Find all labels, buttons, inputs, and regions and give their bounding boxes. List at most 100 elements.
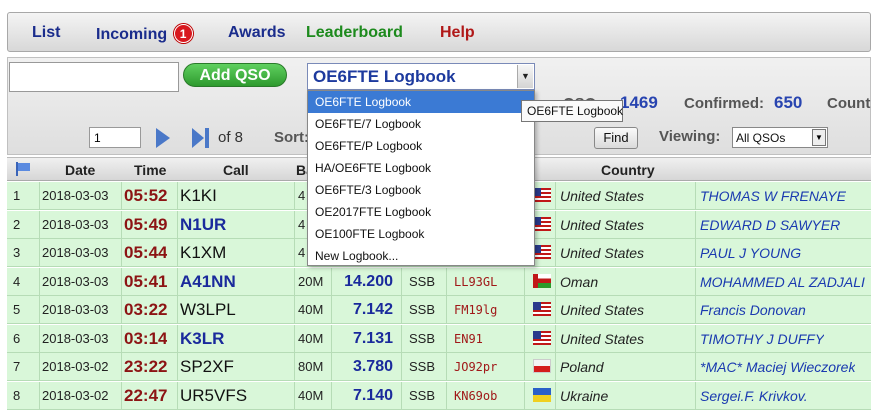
row-name[interactable]: *MAC* Maciej Wieczorek (700, 353, 855, 381)
row-country: United States (560, 330, 645, 347)
row-number: 6 (13, 330, 21, 346)
logbook-option[interactable]: OE100FTE Logbook (308, 223, 534, 245)
country-flag-icon (533, 359, 551, 373)
row-number: 7 (13, 359, 21, 374)
row-call[interactable]: N1UR (180, 211, 226, 239)
column-divider (695, 267, 696, 296)
confirmed-count: 650 (774, 93, 803, 112)
incoming-badge: 1 (173, 24, 193, 43)
country-flag-icon (533, 302, 551, 316)
row-frequency: 14.200 (344, 272, 393, 290)
row-frequency: 7.140 (352, 386, 393, 404)
column-divider (695, 324, 696, 353)
column-divider (121, 324, 122, 353)
column-divider (294, 267, 295, 296)
row-call[interactable]: W3LPL (180, 296, 236, 324)
logbook-option[interactable]: OE6FTE Logbook (308, 91, 534, 113)
table-row[interactable]: 5 2018-03-03 03:22 W3LPL 40M 7.142 SSB FM19lg Un… (7, 296, 871, 324)
row-call[interactable]: SP2XF (180, 353, 234, 381)
header-call[interactable]: Call (223, 162, 249, 178)
logbook-select[interactable]: OE6FTE Logbook ▼ (307, 63, 535, 90)
column-divider (39, 296, 40, 324)
row-country: Poland (560, 359, 604, 375)
nav-incoming[interactable]: Incoming 1 (96, 24, 193, 44)
column-divider (294, 381, 295, 410)
column-divider (555, 267, 556, 296)
row-date: 2018-03-03 (42, 273, 109, 289)
row-call[interactable]: K1KI (180, 182, 217, 210)
row-call[interactable]: K3LR (180, 325, 224, 353)
logbook-option[interactable]: OE6FTE/3 Logbook (308, 179, 534, 201)
last-page-icon[interactable] (190, 128, 210, 148)
row-date: 2018-03-03 (42, 302, 109, 317)
confirmed-label: Confirmed: (684, 95, 764, 112)
row-name[interactable]: Francis Donovan (700, 296, 806, 324)
logbook-option[interactable]: HA/OE6FTE Logbook (308, 157, 534, 179)
find-button[interactable]: Find (594, 127, 638, 149)
header-time[interactable]: Time (134, 162, 166, 178)
row-call[interactable]: UR5VFS (180, 382, 247, 410)
table-row[interactable]: 6 2018-03-03 03:14 K3LR 40M 7.131 SSB EN91 Unite… (7, 324, 871, 353)
row-time: 05:44 (124, 243, 168, 262)
nav-leaderboard[interactable]: Leaderboard (306, 24, 403, 42)
column-divider (524, 353, 525, 381)
column-divider (294, 210, 295, 239)
country-flag-icon (533, 387, 551, 402)
row-mode: SSB (409, 359, 436, 374)
logbook-option[interactable]: New Logbook... (308, 245, 534, 267)
column-divider (555, 324, 556, 353)
country-flag-icon (533, 188, 551, 202)
add-qso-button[interactable]: Add QSO (183, 63, 287, 87)
row-date: 2018-03-02 (42, 359, 109, 374)
column-divider (695, 353, 696, 381)
flag-icon[interactable] (15, 162, 33, 176)
column-divider (524, 324, 525, 353)
viewing-select[interactable]: All QSOs ▼ (732, 127, 828, 148)
logbook-option[interactable]: OE6FTE/P Logbook (308, 135, 534, 157)
row-name[interactable]: TIMOTHY J DUFFY (700, 325, 824, 353)
logbook-option[interactable]: OE6FTE/7 Logbook (308, 113, 534, 135)
column-divider (695, 210, 696, 239)
row-name[interactable]: Sergei.F. Krivkov. (700, 382, 808, 410)
column-divider (331, 353, 332, 381)
nav-awards[interactable]: Awards (228, 24, 286, 42)
row-number: 2 (13, 216, 21, 232)
column-divider (39, 210, 40, 239)
column-divider (177, 324, 178, 353)
table-row[interactable]: 8 2018-03-02 22:47 UR5VFS 40M 7.140 SSB KN69ob U… (7, 381, 871, 410)
row-time: 03:14 (124, 328, 168, 348)
row-date: 2018-03-03 (42, 188, 109, 203)
row-band: 40M (298, 330, 324, 346)
column-divider (39, 239, 40, 267)
column-divider (294, 324, 295, 353)
row-grid: LL93GL (454, 274, 498, 289)
logbook-tooltip: OE6FTE Logbook (521, 100, 623, 122)
column-divider (331, 296, 332, 324)
header-date[interactable]: Date (65, 162, 95, 178)
table-row[interactable]: 4 2018-03-03 05:41 A41NN 20M 14.200 SSB LL93GL O… (7, 267, 871, 296)
row-name[interactable]: EDWARD D SAWYER (700, 211, 840, 239)
column-divider (39, 324, 40, 353)
row-call[interactable]: K1XM (180, 239, 226, 267)
row-time: 03:22 (124, 300, 168, 319)
row-name[interactable]: PAUL J YOUNG (700, 239, 801, 267)
header-country[interactable]: Country (601, 162, 655, 178)
nav-list[interactable]: List (32, 24, 60, 42)
column-divider (39, 267, 40, 296)
row-name[interactable]: MOHAMMED AL ZADJALI (700, 268, 865, 296)
column-divider (695, 381, 696, 410)
nav-help[interactable]: Help (440, 24, 475, 42)
table-row[interactable]: 7 2018-03-02 23:22 SP2XF 80M 3.780 SSB JO92pr Po… (7, 353, 871, 381)
callsign-input[interactable] (9, 62, 179, 92)
row-call[interactable]: A41NN (180, 268, 236, 296)
row-country: United States (560, 216, 645, 233)
next-page-icon[interactable] (156, 128, 170, 148)
page-number-input[interactable] (89, 127, 141, 148)
row-country: Ukraine (560, 387, 609, 404)
row-country: United States (560, 245, 645, 261)
row-name[interactable]: THOMAS W FRENAYE (700, 182, 846, 210)
row-frequency: 7.131 (352, 329, 393, 347)
column-divider (121, 353, 122, 381)
logbook-option[interactable]: OE2017FTE Logbook (308, 201, 534, 223)
viewing-select-value: All QSOs (736, 131, 786, 145)
